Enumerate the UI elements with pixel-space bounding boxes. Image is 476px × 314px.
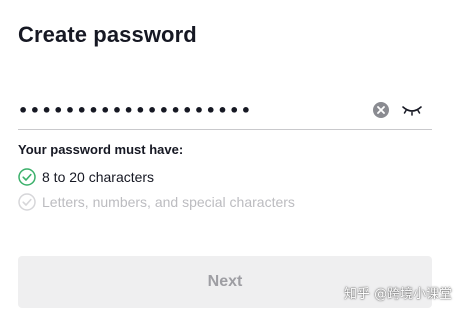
watermark: 知乎 @跨境小课堂 (344, 287, 453, 302)
requirement-length: 8 to 20 characters (18, 167, 154, 187)
requirement-label: Letters, numbers, and special characters (42, 194, 295, 210)
password-underline (18, 129, 432, 130)
password-input[interactable] (18, 96, 358, 124)
check-circle-icon (18, 193, 36, 211)
eye-closed-icon[interactable] (401, 102, 423, 118)
check-circle-icon (18, 168, 36, 186)
password-field-row (18, 96, 432, 126)
page-title: Create password (18, 22, 197, 47)
clear-circle-icon[interactable] (372, 101, 390, 119)
requirement-character-types: Letters, numbers, and special characters (18, 192, 295, 212)
requirement-label: 8 to 20 characters (42, 169, 155, 185)
requirements-heading: Your password must have: (18, 142, 184, 157)
create-password-screen: Create password Your password must have:… (0, 0, 476, 314)
